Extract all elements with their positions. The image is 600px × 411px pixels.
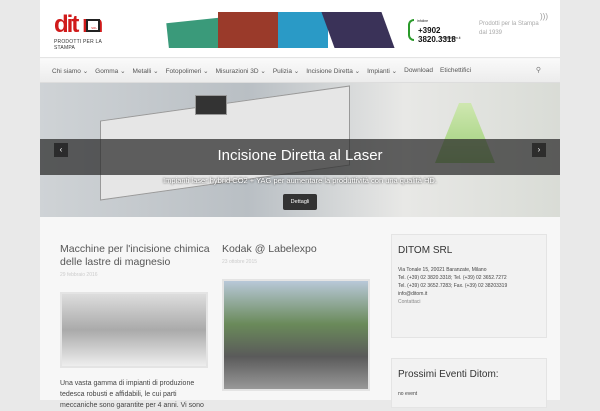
- nav-chi-siamo[interactable]: Chi siamo ⌄: [52, 67, 88, 75]
- main-nav: Chi siamo ⌄ Gomma ⌄ Metalli ⌄ Fotopolime…: [40, 59, 560, 83]
- phone-email: info@ditom.it: [440, 36, 461, 40]
- post-date: 29 febbraio 2016: [60, 272, 98, 278]
- logo-text: dit m: [54, 11, 103, 38]
- nav-download[interactable]: Download: [404, 67, 433, 74]
- page: dit m SRL PRODOTTI PER LA STAMPA infolin…: [40, 0, 560, 409]
- events-widget: Prossimi Eventi Ditom: no event: [391, 358, 547, 408]
- hero-slider: Incisione Diretta al Laser Impianti lase…: [40, 83, 560, 217]
- phone-icon: [408, 19, 414, 41]
- post-date: 23 ottobre 2015: [222, 259, 258, 265]
- logo-srl: SRL: [91, 26, 97, 30]
- post-thumbnail[interactable]: [60, 292, 208, 368]
- next-arrow-icon[interactable]: ›: [532, 143, 546, 157]
- widget-title: DITOM SRL: [398, 245, 453, 256]
- details-button[interactable]: Dettagli: [283, 194, 317, 210]
- nav-impianti[interactable]: Impianti ⌄: [367, 67, 397, 75]
- tagline-line: dal 1939: [479, 30, 503, 36]
- nav-metalli[interactable]: Metalli ⌄: [133, 67, 159, 75]
- slide-subtitle: Impianti laser hybrid CO2 + YAG per aume…: [163, 176, 437, 185]
- widget-title: Prossimi Eventi Ditom:: [398, 369, 499, 380]
- nav-pulizia[interactable]: Pulizia ⌄: [273, 67, 299, 75]
- header: dit m SRL PRODOTTI PER LA STAMPA infolin…: [40, 0, 560, 58]
- tagline-line: Prodotti per la Stampa: [479, 21, 539, 27]
- nav-fotopolimeri[interactable]: Fotopolimeri ⌄: [166, 67, 209, 75]
- post-card: Kodak @ Labelexpo 23 ottobre 2015: [222, 243, 372, 391]
- search-icon[interactable]: ⚲: [536, 66, 541, 74]
- logo[interactable]: dit m SRL PRODOTTI PER LA STAMPA: [54, 11, 116, 52]
- post-card: Macchine per l'incisione chimica delle l…: [60, 243, 210, 411]
- nav-gomma[interactable]: Gomma ⌄: [95, 67, 125, 75]
- phone-number: +3902 3820.3318: [418, 26, 456, 44]
- contact-link[interactable]: Contattaci: [398, 298, 540, 306]
- nav-incisione-diretta[interactable]: Incisione Diretta ⌄: [306, 67, 360, 75]
- tagline: Prodotti per la Stampa dal 1939: [479, 20, 549, 38]
- address: Via Tonale 15, 20021 Baranzate, Milano: [398, 267, 487, 273]
- header-banner: [148, 12, 398, 48]
- phone-label: infoline: [417, 19, 429, 23]
- nav-misurazioni-3d[interactable]: Misurazioni 3D ⌄: [216, 67, 266, 75]
- machine-screen: [195, 95, 227, 115]
- email-link[interactable]: info@ditom.it: [398, 290, 540, 298]
- infoline: infoline +3902 3820.3318 info@ditom.it: [408, 19, 468, 44]
- logo-box: SRL: [86, 19, 100, 32]
- post-thumbnail[interactable]: [222, 279, 370, 391]
- phone-line: Tel. (+39) 02 3820.3318; Tel. (+39) 02 3…: [398, 275, 507, 281]
- post-title[interactable]: Kodak @ Labelexpo: [222, 243, 372, 256]
- logo-subtitle: PRODOTTI PER LA STAMPA: [54, 39, 102, 51]
- post-title[interactable]: Macchine per l'incisione chimica delle l…: [60, 243, 210, 269]
- post-excerpt: Una vasta gamma di impianti di produzion…: [60, 380, 204, 409]
- phone-fax-line: Tel. (+39) 02 3652.7283; Fax. (+39) 02 3…: [398, 283, 508, 289]
- nav-etichettifici[interactable]: Etichettifici: [440, 67, 471, 74]
- events-text: no event: [398, 391, 418, 397]
- contact-widget: DITOM SRL Via Tonale 15, 20021 Baranzate…: [391, 234, 547, 338]
- rss-icon[interactable]: ))): [540, 12, 548, 21]
- prev-arrow-icon[interactable]: ‹: [54, 143, 68, 157]
- slide-title: Incisione Diretta al Laser: [217, 147, 383, 164]
